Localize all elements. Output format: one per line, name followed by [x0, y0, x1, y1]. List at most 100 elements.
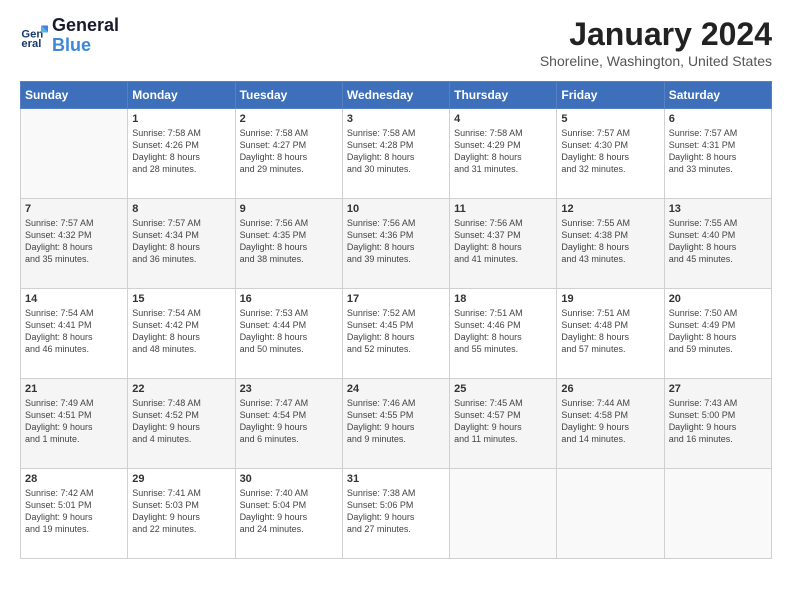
day-cell: 20Sunrise: 7:50 AM Sunset: 4:49 PM Dayli…: [664, 289, 771, 379]
day-number: 2: [240, 113, 338, 125]
day-content: Sunrise: 7:38 AM Sunset: 5:06 PM Dayligh…: [347, 487, 445, 536]
day-number: 30: [240, 473, 338, 485]
day-content: Sunrise: 7:48 AM Sunset: 4:52 PM Dayligh…: [132, 397, 230, 446]
day-content: Sunrise: 7:57 AM Sunset: 4:34 PM Dayligh…: [132, 217, 230, 266]
day-cell: 22Sunrise: 7:48 AM Sunset: 4:52 PM Dayli…: [128, 379, 235, 469]
day-number: 16: [240, 293, 338, 305]
day-content: Sunrise: 7:53 AM Sunset: 4:44 PM Dayligh…: [240, 307, 338, 356]
day-cell: 2Sunrise: 7:58 AM Sunset: 4:27 PM Daylig…: [235, 109, 342, 199]
day-cell: 16 Sunrise: 7:53 AM Sunset: 4:44 PM Dayli…: [235, 289, 342, 379]
day-content: Sunrise: 7:43 AM Sunset: 5:00 PM Dayligh…: [669, 397, 767, 446]
day-cell: 3Sunrise: 7:58 AM Sunset: 4:28 PM Daylig…: [342, 109, 449, 199]
day-cell: 26Sunrise: 7:44 AM Sunset: 4:58 PM Dayli…: [557, 379, 664, 469]
day-number: 15: [132, 293, 230, 305]
header-row: SundayMondayTuesdayWednesdayThursdayFrid…: [21, 82, 772, 109]
day-content: Sunrise: 7:40 AM Sunset: 5:04 PM Dayligh…: [240, 487, 338, 536]
day-cell: 8 Sunrise: 7:57 AM Sunset: 4:34 PM Daylig…: [128, 199, 235, 289]
day-number: 28: [25, 473, 123, 485]
day-number: 17: [347, 293, 445, 305]
day-number: 11: [454, 203, 552, 215]
day-number: 5: [561, 113, 659, 125]
day-number: 29: [132, 473, 230, 485]
day-content: Sunrise: 7:55 AM Sunset: 4:38 PM Dayligh…: [561, 217, 659, 266]
day-content: Sunrise: 7:56 AM Sunset: 4:36 PM Dayligh…: [347, 217, 445, 266]
week-row-2: 7Sunrise: 7:57 AM Sunset: 4:32 PM Daylig…: [21, 199, 772, 289]
day-content: Sunrise: 7:47 AM Sunset: 4:54 PM Dayligh…: [240, 397, 338, 446]
week-row-1: 1 Sunrise: 7:58 AM Sunset: 4:26 PM Daylig…: [21, 109, 772, 199]
day-content: Sunrise: 7:58 AM Sunset: 4:29 PM Dayligh…: [454, 127, 552, 176]
day-cell: 21 Sunrise: 7:49 AM Sunset: 4:51 PM Dayli…: [21, 379, 128, 469]
day-cell: 18Sunrise: 7:51 AM Sunset: 4:46 PM Dayli…: [450, 289, 557, 379]
day-number: 6: [669, 113, 767, 125]
day-content: Sunrise: 7:54 AM Sunset: 4:42 PM Dayligh…: [132, 307, 230, 356]
day-cell: 24 Sunrise: 7:46 AM Sunset: 4:55 PM Dayli…: [342, 379, 449, 469]
header-cell-thursday: Thursday: [450, 82, 557, 109]
day-content: Sunrise: 7:41 AM Sunset: 5:03 PM Dayligh…: [132, 487, 230, 536]
day-number: 12: [561, 203, 659, 215]
day-content: Sunrise: 7:58 AM Sunset: 4:26 PM Dayligh…: [132, 127, 230, 176]
day-number: 1: [132, 113, 230, 125]
week-row-5: 28 Sunrise: 7:42 AM Sunset: 5:01 PM Dayli…: [21, 469, 772, 559]
week-row-4: 21 Sunrise: 7:49 AM Sunset: 4:51 PM Dayli…: [21, 379, 772, 469]
title-block: January 2024 Shoreline, Washington, Unit…: [540, 16, 772, 69]
day-number: 9: [240, 203, 338, 215]
day-cell: 6 Sunrise: 7:57 AM Sunset: 4:31 PM Daylig…: [664, 109, 771, 199]
month-title: January 2024: [540, 16, 772, 53]
week-row-3: 14 Sunrise: 7:54 AM Sunset: 4:41 PM Dayli…: [21, 289, 772, 379]
day-cell: 28 Sunrise: 7:42 AM Sunset: 5:01 PM Dayli…: [21, 469, 128, 559]
logo-icon: Gen eral: [20, 22, 48, 50]
header-cell-friday: Friday: [557, 82, 664, 109]
calendar-body: 1 Sunrise: 7:58 AM Sunset: 4:26 PM Daylig…: [21, 109, 772, 559]
day-content: Sunrise: 7:54 AM Sunset: 4:41 PM Dayligh…: [25, 307, 123, 356]
location-subtitle: Shoreline, Washington, United States: [540, 53, 772, 69]
calendar-header: SundayMondayTuesdayWednesdayThursdayFrid…: [21, 82, 772, 109]
header-cell-wednesday: Wednesday: [342, 82, 449, 109]
day-content: Sunrise: 7:57 AM Sunset: 4:30 PM Dayligh…: [561, 127, 659, 176]
day-cell: 4 Sunrise: 7:58 AM Sunset: 4:29 PM Daylig…: [450, 109, 557, 199]
logo-line2: Blue: [52, 36, 119, 56]
day-content: Sunrise: 7:57 AM Sunset: 4:31 PM Dayligh…: [669, 127, 767, 176]
header-cell-saturday: Saturday: [664, 82, 771, 109]
day-cell: 5 Sunrise: 7:57 AM Sunset: 4:30 PM Daylig…: [557, 109, 664, 199]
day-content: Sunrise: 7:58 AM Sunset: 4:28 PM Dayligh…: [347, 127, 445, 176]
day-cell: 15 Sunrise: 7:54 AM Sunset: 4:42 PM Dayli…: [128, 289, 235, 379]
day-number: 27: [669, 383, 767, 395]
day-number: 23: [240, 383, 338, 395]
day-number: 4: [454, 113, 552, 125]
day-cell: 11 Sunrise: 7:56 AM Sunset: 4:37 PM Dayli…: [450, 199, 557, 289]
day-content: Sunrise: 7:42 AM Sunset: 5:01 PM Dayligh…: [25, 487, 123, 536]
day-content: Sunrise: 7:56 AM Sunset: 4:37 PM Dayligh…: [454, 217, 552, 266]
day-number: 14: [25, 293, 123, 305]
day-content: Sunrise: 7:50 AM Sunset: 4:49 PM Dayligh…: [669, 307, 767, 356]
day-number: 19: [561, 293, 659, 305]
day-content: Sunrise: 7:49 AM Sunset: 4:51 PM Dayligh…: [25, 397, 123, 446]
day-number: 7: [25, 203, 123, 215]
day-number: 24: [347, 383, 445, 395]
day-number: 13: [669, 203, 767, 215]
day-content: Sunrise: 7:56 AM Sunset: 4:35 PM Dayligh…: [240, 217, 338, 266]
day-cell: 23 Sunrise: 7:47 AM Sunset: 4:54 PM Dayli…: [235, 379, 342, 469]
logo-text: General Blue: [52, 16, 119, 56]
day-cell: 9 Sunrise: 7:56 AM Sunset: 4:35 PM Daylig…: [235, 199, 342, 289]
day-cell: [557, 469, 664, 559]
day-cell: 12 Sunrise: 7:55 AM Sunset: 4:38 PM Dayli…: [557, 199, 664, 289]
day-cell: 27 Sunrise: 7:43 AM Sunset: 5:00 PM Dayli…: [664, 379, 771, 469]
day-cell: 29 Sunrise: 7:41 AM Sunset: 5:03 PM Dayli…: [128, 469, 235, 559]
day-number: 21: [25, 383, 123, 395]
calendar-table: SundayMondayTuesdayWednesdayThursdayFrid…: [20, 81, 772, 559]
day-cell: 13 Sunrise: 7:55 AM Sunset: 4:40 PM Dayli…: [664, 199, 771, 289]
day-content: Sunrise: 7:55 AM Sunset: 4:40 PM Dayligh…: [669, 217, 767, 266]
day-content: Sunrise: 7:51 AM Sunset: 4:48 PM Dayligh…: [561, 307, 659, 356]
day-cell: 31Sunrise: 7:38 AM Sunset: 5:06 PM Dayli…: [342, 469, 449, 559]
day-content: Sunrise: 7:46 AM Sunset: 4:55 PM Dayligh…: [347, 397, 445, 446]
day-cell: 7Sunrise: 7:57 AM Sunset: 4:32 PM Daylig…: [21, 199, 128, 289]
day-content: Sunrise: 7:45 AM Sunset: 4:57 PM Dayligh…: [454, 397, 552, 446]
day-cell: [21, 109, 128, 199]
day-number: 18: [454, 293, 552, 305]
day-content: Sunrise: 7:44 AM Sunset: 4:58 PM Dayligh…: [561, 397, 659, 446]
day-number: 8: [132, 203, 230, 215]
day-number: 25: [454, 383, 552, 395]
day-cell: 10Sunrise: 7:56 AM Sunset: 4:36 PM Dayli…: [342, 199, 449, 289]
day-cell: 25 Sunrise: 7:45 AM Sunset: 4:57 PM Dayli…: [450, 379, 557, 469]
day-cell: 14 Sunrise: 7:54 AM Sunset: 4:41 PM Dayli…: [21, 289, 128, 379]
